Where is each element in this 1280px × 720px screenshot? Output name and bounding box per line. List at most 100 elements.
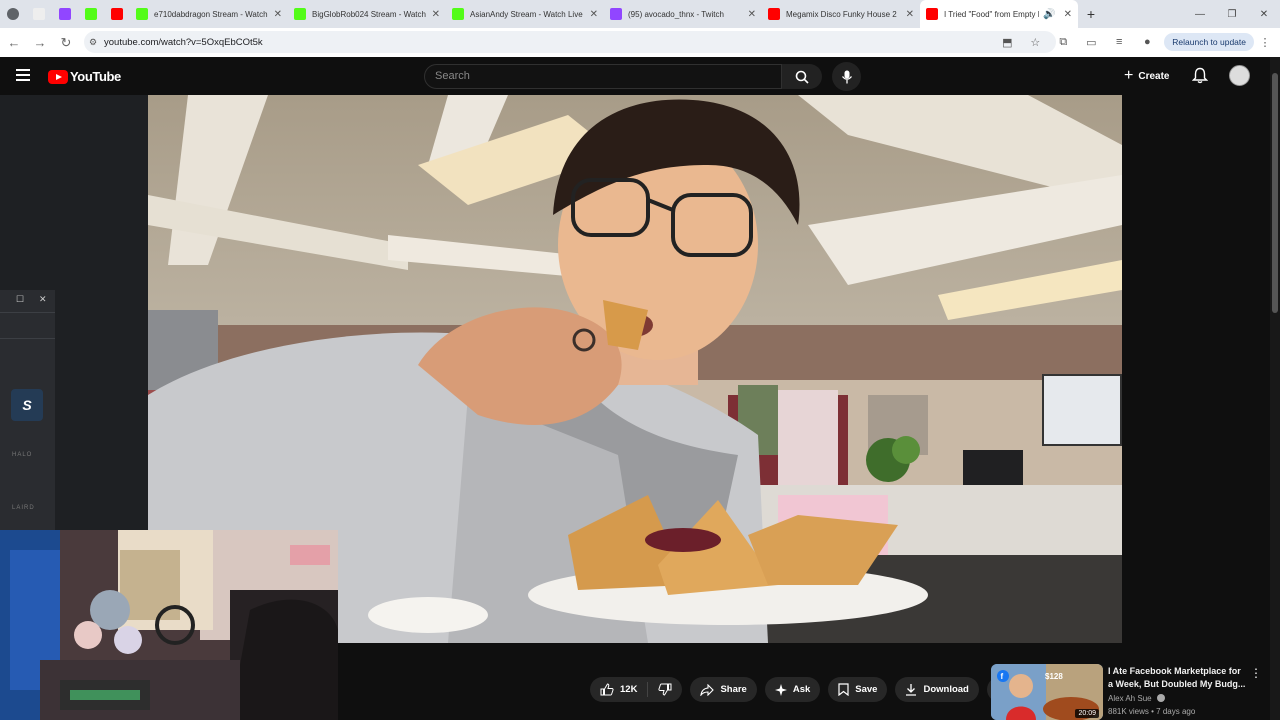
tab-label: AsianAndy Stream - Watch Live	[470, 9, 583, 19]
like-button[interactable]: 12K	[590, 677, 647, 702]
verified-icon	[1156, 694, 1165, 702]
install-app-icon[interactable]: ⬒	[996, 31, 1018, 53]
cast-icon[interactable]: ▭	[1080, 31, 1102, 53]
youtube-header: YouTube Search + Create	[0, 57, 1280, 95]
extensions-icon[interactable]: ⧉	[1052, 31, 1074, 53]
recommended-meta: 881K views • 7 days ago	[1108, 707, 1195, 716]
right-background	[1122, 95, 1270, 643]
close-icon[interactable]: ✕	[39, 294, 47, 305]
menu-icon[interactable]	[16, 69, 30, 84]
ask-button[interactable]: Ask	[764, 677, 821, 702]
youtube-icon	[111, 8, 123, 20]
minimize-icon[interactable]: —	[1184, 0, 1216, 28]
app-tile-icon[interactable]: S	[11, 389, 43, 421]
download-button[interactable]: Download	[895, 677, 979, 702]
close-icon[interactable]: ✕	[274, 9, 282, 20]
restore-icon[interactable]: ❐	[1216, 0, 1248, 28]
youtube-icon	[926, 8, 938, 20]
voice-search-button[interactable]	[832, 62, 861, 91]
relaunch-button[interactable]: Relaunch to update	[1164, 33, 1254, 51]
divider	[0, 338, 55, 339]
window-close-icon[interactable]: ✕	[1248, 0, 1280, 28]
youtube-logo[interactable]: YouTube	[48, 69, 121, 84]
recommended-video[interactable]: f $128 20:09 I Ate Facebook Marketplace …	[991, 664, 1271, 720]
tab-blank[interactable]	[26, 0, 52, 28]
media-control-icon[interactable]: ≡	[1108, 31, 1130, 53]
sidebar-label-laird: LAIRD	[12, 505, 35, 511]
channel-name: Alex Ah Sue	[1108, 694, 1152, 703]
create-button[interactable]: + Create	[1124, 67, 1169, 85]
back-arrow-icon[interactable]: ←	[2, 31, 26, 55]
tab-label: (95) avocado_thnx - Twitch	[628, 9, 724, 19]
reload-icon[interactable]: ↻	[54, 31, 78, 55]
youtube-play-icon	[48, 69, 68, 84]
tab-asianandy[interactable]: AsianAndy Stream - Watch Live ✕	[446, 0, 604, 28]
bookmark-star-icon[interactable]: ☆	[1024, 31, 1046, 53]
forward-arrow-icon[interactable]: →	[28, 31, 52, 55]
tab-kick[interactable]	[78, 0, 104, 28]
save-label: Save	[855, 684, 878, 695]
download-label: Download	[923, 684, 969, 695]
tab-twitch[interactable]	[52, 0, 78, 28]
divider	[0, 312, 55, 313]
search-button[interactable]	[782, 64, 822, 89]
dislike-button[interactable]	[648, 677, 682, 702]
kebab-menu-icon[interactable]: ⋮	[1250, 666, 1262, 680]
duration-badge: 20:09	[1075, 709, 1099, 718]
blank-tab-icon	[33, 8, 45, 20]
kick-icon	[136, 8, 148, 20]
logo-text: YouTube	[70, 69, 121, 84]
close-icon[interactable]: ✕	[906, 9, 914, 20]
tab-megamix[interactable]: Megamix Disco Funky House 2 ✕	[762, 0, 920, 28]
youtube-icon	[768, 8, 780, 20]
url-text: youtube.com/watch?v=5OxqEbCOt5k	[104, 36, 263, 48]
scrollbar-thumb[interactable]	[1272, 73, 1278, 313]
tab-settings[interactable]	[0, 0, 26, 28]
site-info-icon[interactable]: ⚙	[89, 37, 97, 48]
tab-label: Megamix Disco Funky House 2	[786, 9, 897, 19]
tab-e710dabdragon[interactable]: e710dabdragon Stream - Watch ✕	[130, 0, 288, 28]
recommended-channel[interactable]: Alex Ah Sue	[1108, 694, 1165, 703]
tab-active-video[interactable]: I Tried "Food" from Empty R 🔊 ✕	[920, 0, 1078, 28]
create-label: Create	[1138, 70, 1170, 82]
tab-label: I Tried "Food" from Empty R	[944, 9, 1040, 19]
browser-tab-bar: e710dabdragon Stream - Watch ✕ BigGlobRo…	[0, 0, 1280, 28]
kick-icon	[85, 8, 97, 20]
tab-bigglobrob[interactable]: BigGlobRob024 Stream - Watch ✕	[288, 0, 446, 28]
address-bar-row: ← → ↻ ⚙ youtube.com/watch?v=5OxqEbCOt5k …	[0, 28, 1280, 57]
tab-youtube[interactable]	[104, 0, 130, 28]
search-input[interactable]: Search	[424, 64, 782, 89]
share-icon	[700, 683, 715, 696]
thumbs-up-icon	[600, 683, 614, 696]
kebab-menu-icon[interactable]: ⋮	[1260, 31, 1271, 53]
recommended-thumbnail[interactable]: f $128 20:09	[991, 664, 1103, 720]
kick-icon	[294, 8, 306, 20]
close-icon[interactable]: ✕	[1064, 9, 1072, 20]
thumbs-down-icon	[658, 683, 672, 696]
tab-avocado[interactable]: (95) avocado_thnx - Twitch ✕	[604, 0, 762, 28]
chrome-settings-icon	[7, 8, 19, 20]
profile-icon[interactable]: ●	[1136, 31, 1158, 53]
recommended-title[interactable]: I Ate Facebook Marketplace for a Week, B…	[1108, 665, 1248, 691]
webcam-overlay	[0, 530, 338, 720]
new-tab-button[interactable]: +	[1078, 0, 1104, 28]
window-controls: — ❐ ✕	[1184, 0, 1280, 28]
download-icon	[906, 684, 917, 696]
page-scrollbar[interactable]	[1270, 57, 1280, 720]
like-count: 12K	[620, 684, 638, 695]
speaker-icon[interactable]: 🔊	[1043, 9, 1055, 20]
share-button[interactable]: Share	[690, 677, 757, 702]
twitch-icon	[59, 8, 71, 20]
close-icon[interactable]: ✕	[432, 9, 440, 20]
close-icon[interactable]: ✕	[590, 9, 598, 20]
share-label: Share	[720, 684, 747, 695]
bell-icon[interactable]	[1192, 67, 1208, 84]
restore-icon[interactable]: ☐	[16, 294, 24, 305]
toolbar-right: ⬒ ☆ ⧉ ▭ ≡ ● Relaunch to update ⋮	[996, 31, 1271, 53]
close-icon[interactable]: ✕	[748, 9, 756, 20]
webcam-frame	[0, 530, 338, 720]
save-button[interactable]: Save	[828, 677, 888, 702]
url-field[interactable]: ⚙ youtube.com/watch?v=5OxqEbCOt5k	[84, 31, 1056, 53]
mic-icon	[841, 70, 852, 83]
avatar[interactable]	[1229, 65, 1250, 86]
